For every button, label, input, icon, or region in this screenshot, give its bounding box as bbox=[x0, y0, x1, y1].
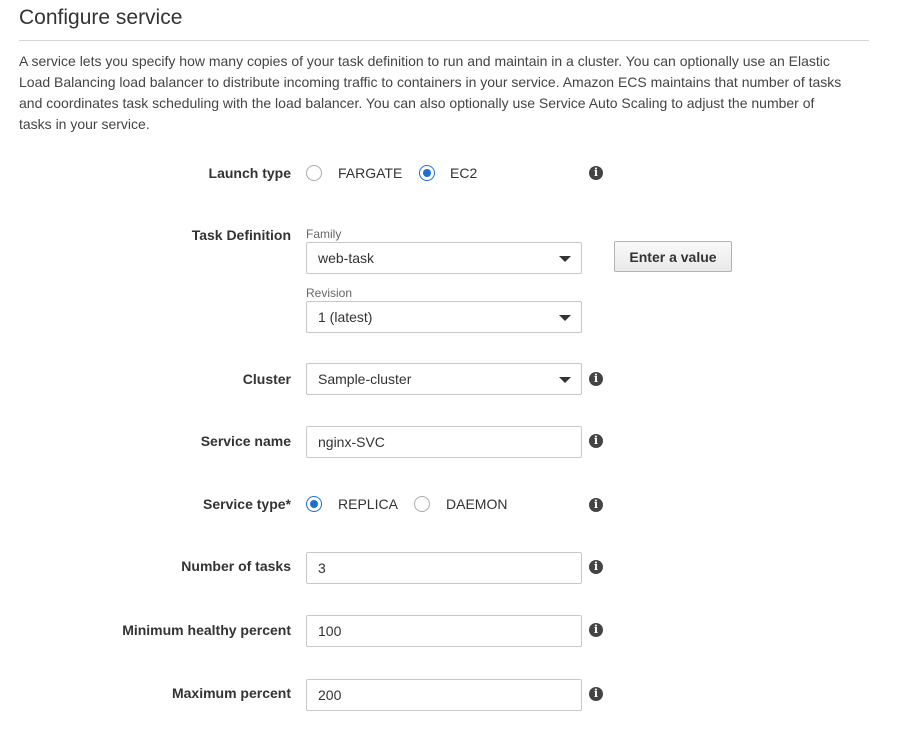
number-of-tasks-input[interactable]: 3 bbox=[306, 552, 582, 584]
title-divider bbox=[19, 40, 869, 41]
service-type-replica-radio[interactable] bbox=[306, 496, 322, 512]
service-type-replica-label[interactable]: REPLICA bbox=[338, 496, 398, 512]
caret-down-icon bbox=[559, 315, 571, 321]
maximum-percent-info-icon[interactable]: i bbox=[589, 687, 603, 701]
launch-type-ec2-radio[interactable] bbox=[419, 165, 435, 181]
cluster-info-icon[interactable]: i bbox=[589, 372, 603, 386]
family-select[interactable]: web-task bbox=[306, 242, 582, 274]
minimum-healthy-percent-label: Minimum healthy percent bbox=[122, 622, 291, 638]
launch-type-fargate-radio[interactable] bbox=[306, 165, 322, 181]
page-description: A service lets you specify how many copi… bbox=[19, 53, 842, 132]
task-definition-label: Task Definition bbox=[191, 227, 291, 243]
service-name-input[interactable]: nginx-SVC bbox=[306, 426, 582, 458]
revision-select-value: 1 (latest) bbox=[318, 309, 373, 325]
service-name-label: Service name bbox=[200, 433, 291, 449]
caret-down-icon bbox=[559, 256, 571, 262]
launch-type-label: Launch type bbox=[208, 165, 291, 181]
number-of-tasks-value: 3 bbox=[318, 560, 326, 576]
service-name-value: nginx-SVC bbox=[318, 434, 385, 450]
maximum-percent-input[interactable]: 200 bbox=[306, 679, 582, 711]
maximum-percent-label: Maximum percent bbox=[171, 685, 291, 701]
service-name-info-icon[interactable]: i bbox=[589, 434, 603, 448]
revision-select[interactable]: 1 (latest) bbox=[306, 301, 582, 333]
minimum-healthy-percent-value: 100 bbox=[318, 623, 342, 639]
page-title: Configure service bbox=[19, 6, 183, 29]
service-type-info-icon[interactable]: i bbox=[589, 498, 603, 512]
maximum-percent-value: 200 bbox=[318, 687, 342, 703]
service-type-daemon-radio[interactable] bbox=[414, 496, 430, 512]
service-type-label: Service type* bbox=[203, 496, 291, 512]
launch-type-ec2-label[interactable]: EC2 bbox=[450, 165, 477, 181]
number-of-tasks-info-icon[interactable]: i bbox=[589, 560, 603, 574]
minimum-healthy-percent-input[interactable]: 100 bbox=[306, 615, 582, 647]
family-label: Family bbox=[306, 227, 342, 241]
number-of-tasks-label: Number of tasks bbox=[181, 558, 291, 574]
service-type-daemon-label[interactable]: DAEMON bbox=[446, 496, 507, 512]
launch-type-info-icon[interactable]: i bbox=[589, 166, 603, 180]
caret-down-icon bbox=[559, 377, 571, 383]
revision-label: Revision bbox=[306, 286, 353, 300]
cluster-select-value: Sample-cluster bbox=[318, 371, 412, 387]
launch-type-fargate-label[interactable]: FARGATE bbox=[338, 165, 402, 181]
minimum-healthy-percent-info-icon[interactable]: i bbox=[589, 623, 603, 637]
family-select-value: web-task bbox=[318, 250, 375, 266]
cluster-select[interactable]: Sample-cluster bbox=[306, 363, 582, 395]
cluster-label: Cluster bbox=[242, 371, 291, 387]
enter-a-value-button[interactable]: Enter a value bbox=[614, 241, 732, 272]
